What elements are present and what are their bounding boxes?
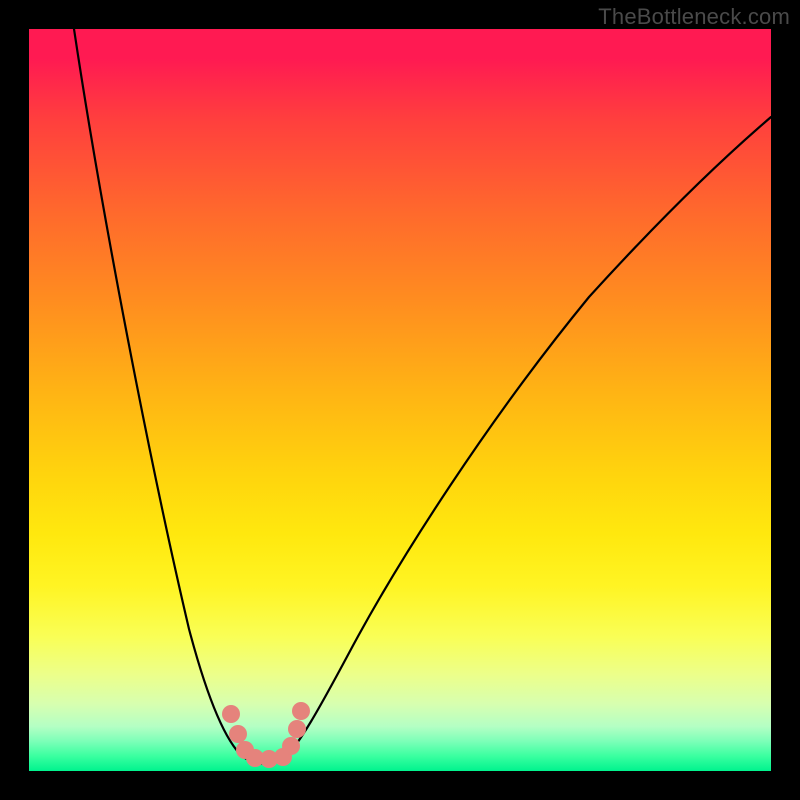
marker-dot bbox=[292, 702, 310, 720]
marker-dot bbox=[222, 705, 240, 723]
valley-markers bbox=[29, 29, 771, 771]
watermark-text: TheBottleneck.com bbox=[598, 4, 790, 30]
plot-area bbox=[29, 29, 771, 771]
marker-dot bbox=[288, 720, 306, 738]
chart-frame: TheBottleneck.com bbox=[0, 0, 800, 800]
marker-dot bbox=[282, 737, 300, 755]
